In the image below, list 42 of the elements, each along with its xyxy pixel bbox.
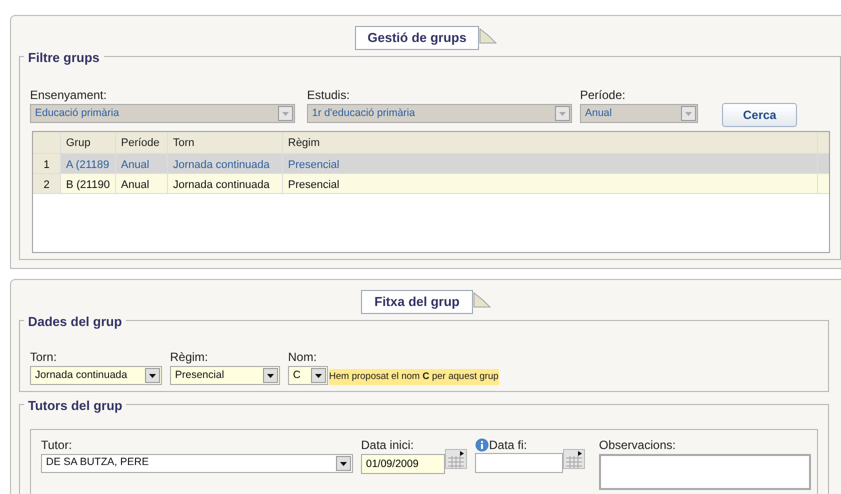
row-number: 1	[33, 154, 61, 173]
table-row[interactable]: 2 B (21190 Anual Jornada continuada Presencial	[33, 174, 829, 194]
panel-title: Gestió de grups	[354, 26, 480, 50]
panel-title: Fitxa del grup	[361, 290, 473, 314]
table-cell: Jornada continuada	[168, 174, 283, 193]
field-label: Nom:	[288, 349, 318, 366]
field-label: Observacions:	[599, 436, 677, 454]
note-icon	[479, 28, 498, 44]
date-field[interactable]	[475, 452, 563, 472]
table-cell: Presencial	[283, 174, 818, 193]
field-label: Període:	[580, 87, 626, 104]
table-cell: Jornada continuada	[168, 154, 283, 173]
calendar-icon[interactable]	[563, 448, 585, 468]
table-cell: Anual	[116, 174, 168, 193]
dropdown[interactable]: Jornada continuada	[30, 366, 162, 385]
dropdown[interactable]: DE SA BUTZA, PERE	[41, 454, 353, 472]
table-cell: Anual	[116, 154, 168, 173]
column-header[interactable]: Període	[116, 132, 168, 153]
field-label: Estudis:	[307, 87, 351, 104]
dropdown[interactable]: Presencial	[170, 366, 280, 385]
table-cell: A (21189	[61, 154, 116, 173]
field-label: Tutor:	[41, 436, 73, 454]
search-button[interactable]: Cerca	[722, 103, 798, 127]
dropdown[interactable]: C	[288, 366, 328, 385]
hint-text: Hem proposat el nom C per aquest grup	[329, 368, 499, 385]
table-cell: B (21190	[61, 174, 116, 193]
row-number: 2	[33, 174, 61, 193]
field-label: Data inici:	[361, 436, 415, 454]
field-label: Torn:	[30, 349, 58, 366]
calendar-icon[interactable]	[445, 448, 467, 468]
column-header[interactable]: Règim	[283, 132, 818, 153]
date-field[interactable]: 01/09/2009	[361, 454, 445, 474]
observations-field[interactable]	[599, 454, 811, 490]
column-header[interactable]: Grup	[61, 132, 116, 153]
table-cell: Presencial	[283, 154, 818, 173]
field-label: Ensenyament:	[30, 87, 108, 104]
note-icon	[472, 292, 491, 308]
field-label: Data fi:	[489, 436, 528, 454]
column-header[interactable]: Torn	[168, 132, 283, 153]
info-icon[interactable]	[475, 438, 489, 452]
field-label: Règim:	[170, 349, 210, 366]
table-row[interactable]: 1 A (21189 Anual Jornada continuada Presencial	[33, 154, 829, 174]
